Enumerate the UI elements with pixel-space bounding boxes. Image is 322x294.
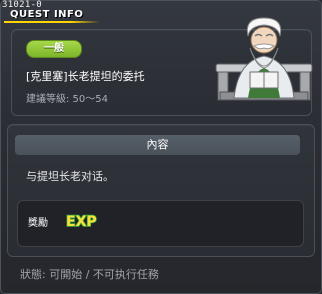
quest-recommended-level: 建議等級: 50～54 — [26, 94, 108, 105]
exp-icon-label: EXP — [66, 214, 97, 229]
quest-status: 狀態: 可開始 / 不可执行任務 — [20, 268, 159, 281]
window-title: QUEST INFO — [10, 9, 84, 20]
exp-icon[interactable]: EXP — [65, 211, 99, 229]
title-underline — [4, 21, 100, 23]
quest-description: 与提坦长老对话。 — [26, 170, 114, 183]
reward-label: 獎勵 — [28, 218, 48, 229]
quest-category-badge: 一般 — [26, 40, 82, 58]
npc-portrait-icon — [215, 17, 313, 101]
quest-name: [克里塞]长老提坦的委托 — [26, 70, 145, 83]
content-section-header: 內容 — [15, 135, 300, 155]
reward-box — [17, 200, 304, 247]
